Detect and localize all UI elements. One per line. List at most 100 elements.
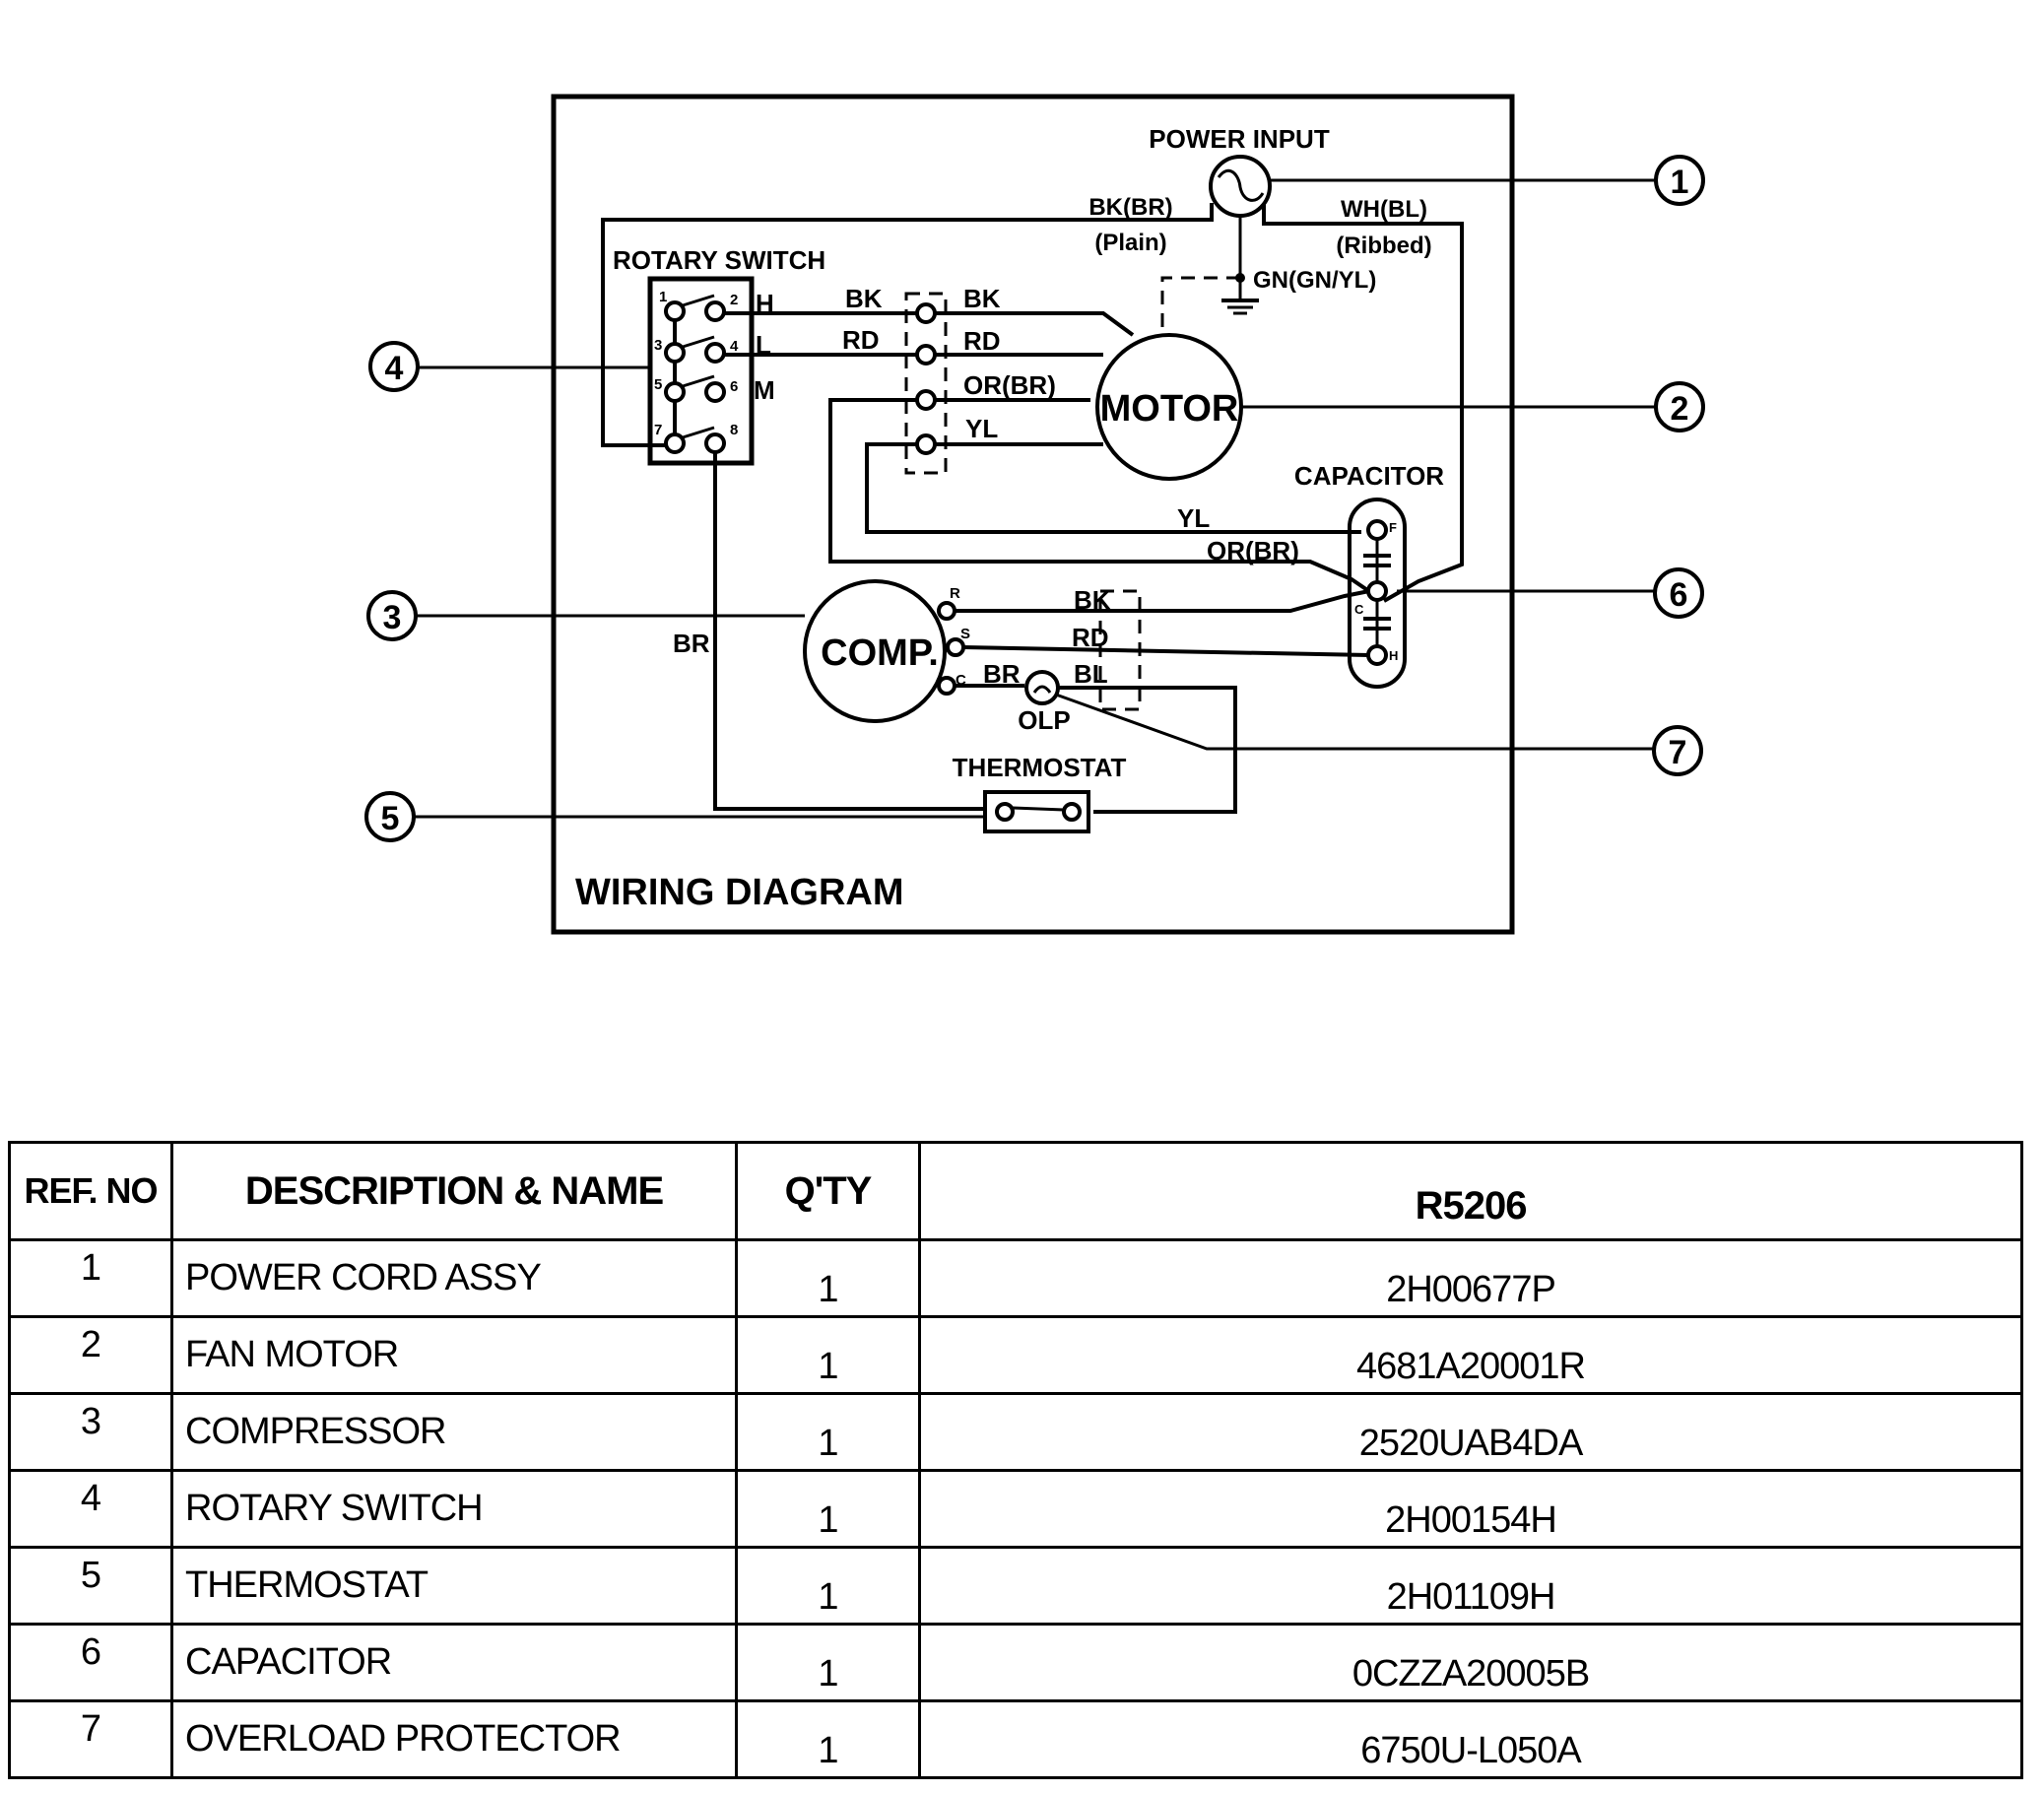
cell-part-no: 2H00154H bbox=[918, 1469, 2023, 1549]
cell-part-no: 2H01109H bbox=[918, 1546, 2023, 1626]
cell-desc: THERMOSTAT bbox=[170, 1546, 738, 1626]
ground-icon bbox=[1221, 299, 1259, 315]
cell-qty: 1 bbox=[735, 1469, 921, 1549]
olp-label: OLP bbox=[1018, 705, 1070, 735]
callout-6: 6 bbox=[1653, 567, 1704, 619]
label-plain: (Plain) bbox=[1094, 230, 1166, 256]
switch-terminal-8: 8 bbox=[730, 422, 738, 438]
switch-terminal-4: 4 bbox=[730, 338, 739, 355]
cell-ref: 1 bbox=[8, 1238, 173, 1318]
label-yl-cap: YL bbox=[1177, 503, 1210, 533]
callout-2: 2 bbox=[1654, 381, 1705, 432]
leader-7 bbox=[1055, 693, 1675, 751]
label-yl: YL bbox=[965, 414, 998, 443]
label-ground: GN(GN/YL) bbox=[1253, 267, 1376, 294]
label-bk-right: BK bbox=[963, 284, 1001, 313]
table-row: 2 FAN MOTOR 1 4681A20001R bbox=[8, 1315, 2023, 1395]
switch-terminal-7: 7 bbox=[654, 422, 662, 438]
wire-comp-rd bbox=[962, 645, 1370, 657]
switch-terminal-2: 2 bbox=[730, 292, 738, 308]
compressor: COMP. R S C bbox=[803, 579, 970, 723]
header-model: R5206 bbox=[918, 1141, 2023, 1241]
label-wh-bl: WH(BL) bbox=[1341, 196, 1427, 223]
switch-terminal-1: 1 bbox=[659, 289, 667, 305]
table-row: 5 THERMOSTAT 1 2H01109H bbox=[8, 1546, 2023, 1626]
cap-terminal-f: F bbox=[1389, 520, 1397, 535]
cell-desc: COMPRESSOR bbox=[170, 1392, 738, 1472]
speed-label-m: M bbox=[754, 375, 775, 405]
cell-qty: 1 bbox=[735, 1623, 921, 1702]
label-bk-br: BK(BR) bbox=[1088, 194, 1172, 221]
wire-yl-capacitor bbox=[865, 442, 1361, 534]
motor-label: MOTOR bbox=[1100, 388, 1239, 430]
label-rd-right: RD bbox=[963, 326, 1001, 356]
cell-ref: 7 bbox=[8, 1699, 173, 1779]
callout-5: 5 bbox=[364, 791, 416, 842]
cell-part-no: 6750U-L050A bbox=[918, 1699, 2023, 1779]
cell-ref: 6 bbox=[8, 1623, 173, 1702]
label-bk-left: BK bbox=[845, 284, 883, 313]
diagram-title: WIRING DIAGRAM bbox=[575, 872, 904, 913]
svg-text:1: 1 bbox=[1671, 164, 1689, 201]
cell-qty: 1 bbox=[735, 1315, 921, 1395]
thermostat-label: THERMOSTAT bbox=[953, 753, 1127, 782]
wire-br-switch-thermostat bbox=[713, 452, 985, 811]
cell-ref: 4 bbox=[8, 1469, 173, 1549]
label-comp-bk: BK bbox=[1074, 585, 1111, 615]
overload-protector: OLP bbox=[1018, 670, 1071, 735]
table-row: 6 CAPACITOR 1 0CZZA20005B bbox=[8, 1623, 2023, 1702]
cell-qty: 1 bbox=[735, 1392, 921, 1472]
cell-qty: 1 bbox=[735, 1546, 921, 1626]
switch-terminal-6: 6 bbox=[730, 378, 738, 395]
cell-ref: 2 bbox=[8, 1315, 173, 1395]
cell-desc: FAN MOTOR bbox=[170, 1315, 738, 1395]
table-row: 7 OVERLOAD PROTECTOR 1 6750U-L050A bbox=[8, 1699, 2023, 1779]
cell-part-no: 4681A20001R bbox=[918, 1315, 2023, 1395]
thermostat: THERMOSTAT bbox=[953, 753, 1127, 833]
fan-motor: MOTOR bbox=[1095, 333, 1243, 481]
cell-qty: 1 bbox=[735, 1699, 921, 1779]
power-input: POWER INPUT BK(BR) (Plain) WH(BL) (Ribbe… bbox=[601, 124, 1464, 603]
cap-terminal-c: C bbox=[1354, 602, 1364, 617]
cell-ref: 3 bbox=[8, 1392, 173, 1472]
callout-3: 3 bbox=[366, 590, 418, 641]
table-header-row: REF. NO DESCRIPTION & NAME Q'TY R5206 bbox=[8, 1141, 2023, 1241]
switch-terminal-3: 3 bbox=[654, 337, 662, 354]
wire-comp-bk bbox=[955, 589, 1370, 613]
cell-desc: CAPACITOR bbox=[170, 1623, 738, 1702]
header-qty: Q'TY bbox=[735, 1141, 921, 1241]
callout-1: 1 bbox=[1654, 155, 1705, 206]
label-or-br: OR(BR) bbox=[963, 370, 1056, 400]
callout-7: 7 bbox=[1652, 725, 1703, 776]
svg-text:5: 5 bbox=[381, 800, 400, 837]
cell-desc: POWER CORD ASSY bbox=[170, 1238, 738, 1318]
svg-text:2: 2 bbox=[1671, 390, 1689, 428]
wiring-diagram: POWER INPUT BK(BR) (Plain) WH(BL) (Ribbe… bbox=[364, 94, 1705, 935]
cell-desc: ROTARY SWITCH bbox=[170, 1469, 738, 1549]
cell-part-no: 2520UAB4DA bbox=[918, 1392, 2023, 1472]
parts-table: REF. NO DESCRIPTION & NAME Q'TY R5206 1 … bbox=[8, 1141, 2023, 1779]
comp-terminal-r: R bbox=[950, 585, 960, 602]
table-row: 3 COMPRESSOR 1 2520UAB4DA bbox=[8, 1392, 2023, 1472]
capacitor-label: CAPACITOR bbox=[1294, 461, 1444, 491]
table-row: 1 POWER CORD ASSY 1 2H00677P bbox=[8, 1238, 2023, 1318]
cap-terminal-h: H bbox=[1389, 648, 1398, 663]
cell-desc: OVERLOAD PROTECTOR bbox=[170, 1699, 738, 1779]
header-ref-no: REF. NO bbox=[8, 1141, 173, 1241]
cell-part-no: 0CZZA20005B bbox=[918, 1623, 2023, 1702]
label-comp-br: BR bbox=[983, 659, 1021, 689]
cell-qty: 1 bbox=[735, 1238, 921, 1318]
label-ribbed: (Ribbed) bbox=[1336, 233, 1431, 259]
cell-part-no: 2H00677P bbox=[918, 1238, 2023, 1318]
svg-text:3: 3 bbox=[383, 599, 402, 636]
svg-text:4: 4 bbox=[385, 350, 404, 387]
rotary-switch-label: ROTARY SWITCH bbox=[613, 245, 825, 275]
label-rd-left: RD bbox=[842, 325, 880, 355]
header-description: DESCRIPTION & NAME bbox=[170, 1141, 738, 1241]
power-input-label: POWER INPUT bbox=[1149, 124, 1330, 154]
label-comp-bl: BL bbox=[1074, 659, 1108, 689]
label-br-vertical: BR bbox=[673, 629, 710, 658]
cell-ref: 5 bbox=[8, 1546, 173, 1626]
label-comp-rd: RD bbox=[1072, 623, 1109, 652]
table-row: 4 ROTARY SWITCH 1 2H00154H bbox=[8, 1469, 2023, 1549]
